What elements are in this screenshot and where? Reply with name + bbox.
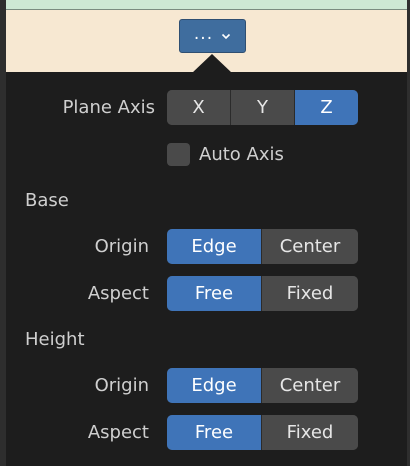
base-origin-option-edge[interactable]: Edge bbox=[167, 229, 262, 264]
base-aspect-label: Aspect bbox=[87, 283, 149, 304]
base-aspect-option-free[interactable]: Free bbox=[167, 276, 262, 311]
plane-axis-segmented-control: X Y Z bbox=[167, 90, 358, 125]
options-dropdown-button[interactable]: ... bbox=[179, 19, 246, 53]
popover-panel: Plane Axis X Y Z bbox=[6, 72, 407, 466]
base-origin-option-center[interactable]: Center bbox=[262, 229, 358, 264]
trigger-label: ... bbox=[193, 23, 214, 44]
plane-axis-option-y[interactable]: Y bbox=[231, 90, 295, 125]
base-origin-segmented-control: Edge Center bbox=[167, 229, 358, 264]
popover-arrow bbox=[192, 54, 232, 73]
chevron-down-icon bbox=[222, 33, 231, 40]
height-aspect-label: Aspect bbox=[87, 422, 149, 443]
plane-axis-option-x[interactable]: X bbox=[167, 90, 231, 125]
height-origin-label: Origin bbox=[94, 375, 149, 396]
top-strip bbox=[0, 0, 410, 10]
plane-axis-label: Plane Axis bbox=[62, 97, 155, 118]
height-origin-segmented-control: Edge Center bbox=[167, 368, 358, 403]
height-aspect-option-free[interactable]: Free bbox=[167, 415, 262, 450]
height-origin-option-center[interactable]: Center bbox=[262, 368, 358, 403]
plane-axis-option-z[interactable]: Z bbox=[295, 90, 358, 125]
base-aspect-segmented-control: Free Fixed bbox=[167, 276, 358, 311]
auto-axis-checkbox[interactable] bbox=[167, 143, 190, 166]
height-section-title: Height bbox=[25, 329, 85, 350]
base-origin-label: Origin bbox=[94, 236, 149, 257]
left-window-border bbox=[0, 0, 6, 466]
height-origin-option-edge[interactable]: Edge bbox=[167, 368, 262, 403]
auto-axis-label: Auto Axis bbox=[199, 144, 284, 165]
height-aspect-segmented-control: Free Fixed bbox=[167, 415, 358, 450]
height-aspect-option-fixed[interactable]: Fixed bbox=[262, 415, 358, 450]
base-aspect-option-fixed[interactable]: Fixed bbox=[262, 276, 358, 311]
base-section-title: Base bbox=[25, 190, 69, 211]
